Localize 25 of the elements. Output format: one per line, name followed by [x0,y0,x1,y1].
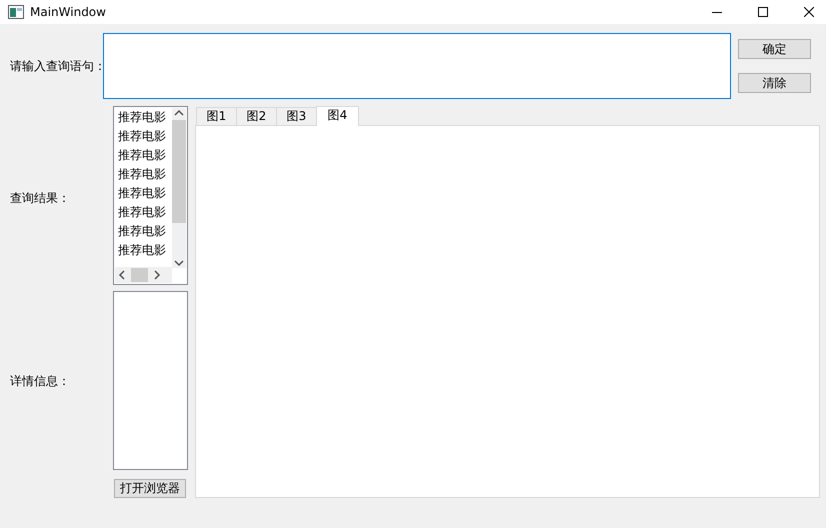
result-item[interactable]: 推荐电影 [114,108,171,127]
result-item[interactable]: 推荐电影 [114,203,171,222]
result-item[interactable]: 推荐电影 [114,184,171,203]
results-label: 查询结果： [10,190,70,207]
horizontal-scrollbar[interactable] [115,267,172,283]
scroll-up-icon[interactable] [172,108,186,118]
result-item[interactable]: 推荐电影 [114,146,171,165]
scroll-down-icon[interactable] [172,258,186,268]
close-icon[interactable] [804,7,814,17]
tab[interactable]: 图1 [196,107,237,125]
open-browser-button[interactable]: 打开浏览器 [114,479,186,498]
result-item[interactable]: 推荐电影 [114,222,171,241]
window-title: MainWindow [30,5,106,19]
vertical-scrollbar[interactable] [172,108,186,268]
query-field[interactable] [103,33,731,99]
confirm-button[interactable]: 确定 [738,39,811,59]
clear-button[interactable]: 清除 [738,73,811,93]
details-label: 详情信息： [10,372,70,390]
result-item[interactable]: 推荐电影 [114,165,171,184]
result-item[interactable]: 推荐电影 [114,127,171,146]
maximize-icon[interactable] [758,7,768,17]
result-item[interactable]: 推荐电影 [114,241,171,260]
tab[interactable]: 图4 [316,106,359,126]
query-label: 请输入查询语句： [10,58,106,74]
app-icon [8,5,24,19]
